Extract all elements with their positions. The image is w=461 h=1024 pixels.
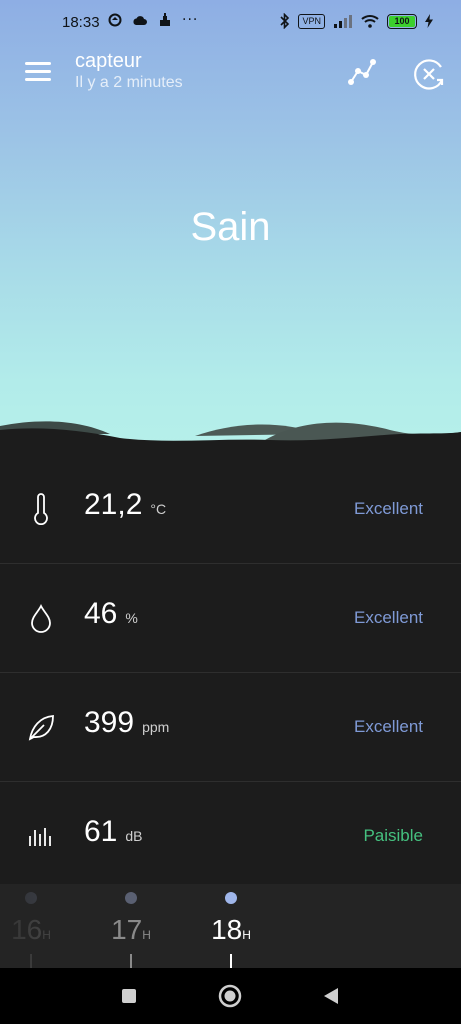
metric-row-temperature[interactable]: 21,2 °C Excellent [0, 455, 461, 564]
noise-unit: dB [125, 828, 143, 844]
metric-row-humidity[interactable]: 46% Excellent [0, 564, 461, 673]
hills-decoration [0, 421, 461, 450]
cloud-icon [133, 16, 147, 25]
hour-slot-17[interactable]: 17H [101, 884, 161, 968]
hour-timeline[interactable]: 16H 17H 18H [0, 884, 461, 968]
graph-icon[interactable] [346, 56, 378, 88]
status-bar: 18:33 ··· VPN 100 [0, 0, 461, 44]
noise-rating: Paisible [363, 826, 423, 845]
charging-icon [425, 14, 433, 28]
status-time: 18:33 [62, 14, 100, 31]
more-icon: ··· [182, 12, 199, 28]
metric-row-noise[interactable]: 61 dB Paisible [0, 782, 461, 891]
hour-tick [130, 954, 132, 968]
back-icon[interactable] [317, 982, 345, 1010]
wifi-icon [361, 15, 379, 28]
app-icon [160, 13, 170, 26]
co2-unit: ppm [142, 719, 170, 735]
hour-label: 17H [111, 914, 151, 945]
hour-tick [230, 954, 232, 968]
sound-bars-icon [29, 828, 51, 846]
hour-label: 18H [211, 914, 251, 945]
disconnect-icon[interactable] [411, 56, 447, 92]
temperature-rating: Excellent [354, 499, 423, 518]
humidity-value: 46% [84, 597, 138, 630]
leaf-icon [28, 715, 54, 741]
co2-rating: Excellent [354, 717, 423, 736]
air-quality-status: Sain [190, 205, 271, 249]
bluetooth-icon [280, 13, 290, 29]
system-navigation-bar [0, 968, 461, 1024]
recents-icon[interactable] [115, 982, 143, 1010]
thermometer-icon [34, 493, 48, 525]
temperature-unit: °C [150, 501, 167, 517]
humidity-unit: % [125, 610, 138, 626]
metric-row-co2[interactable]: 399 ppm Excellent [0, 673, 461, 782]
hour-slot-16[interactable]: 16H [1, 884, 61, 968]
metrics-list: 21,2 °C Excellent 46% Excellent 399 ppm Ex… [0, 455, 461, 891]
battery-level: 100 [389, 15, 415, 27]
droplet-icon [31, 603, 51, 633]
home-icon[interactable] [216, 982, 244, 1010]
signal-icon [334, 15, 352, 28]
noise-value: 61 dB [84, 815, 143, 848]
app-icon [108, 13, 122, 27]
system-icons: VPN 100 [280, 13, 433, 29]
co2-value: 399 ppm [84, 706, 170, 739]
temperature-value: 21,2 °C [84, 488, 167, 521]
humidity-rating: Excellent [354, 608, 423, 627]
hour-marker [225, 892, 237, 904]
menu-button[interactable] [25, 62, 51, 82]
hour-tick [30, 954, 32, 968]
battery-icon: 100 [387, 13, 417, 29]
hour-slot-18-selected[interactable]: 18H [201, 884, 261, 968]
vpn-icon: VPN [298, 13, 325, 29]
hour-marker [125, 892, 137, 904]
hour-marker [25, 892, 37, 904]
hour-label: 16H [11, 914, 51, 945]
device-name: capteur [75, 50, 142, 72]
status-panel: 18:33 ··· VPN 100 capteur Il y a 2 minut… [0, 0, 461, 450]
notification-icons: ··· [108, 12, 198, 28]
last-update-time: Il y a 2 minutes [75, 74, 183, 91]
